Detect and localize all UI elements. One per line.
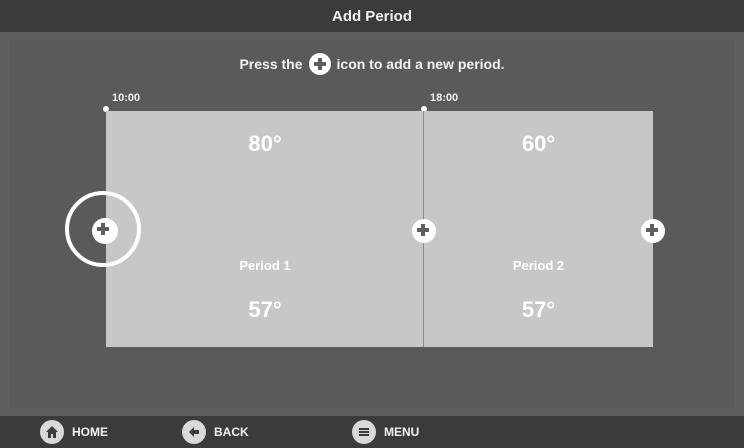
period-1-heat-setpoint: 80° <box>248 131 282 156</box>
back-arrow-icon <box>182 420 206 444</box>
back-label: BACK <box>214 425 249 439</box>
menu-button[interactable]: MENU <box>352 420 419 444</box>
period-1-name: Period 1 <box>239 258 291 273</box>
add-period-button-after-2[interactable] <box>641 219 665 243</box>
add-period-button-before-1[interactable] <box>92 218 118 244</box>
instruction-suffix: icon to add a new period. <box>336 56 505 72</box>
back-button[interactable]: BACK <box>182 420 249 444</box>
period-1-card[interactable]: 80° Period 1 57° <box>106 111 424 347</box>
menu-label: MENU <box>384 425 420 439</box>
period-2-card[interactable]: 60° Period 2 57° <box>424 111 653 347</box>
period-2-heat-setpoint: 60° <box>521 131 556 156</box>
time-label-period-2: 18:00 <box>430 92 459 104</box>
home-label: HOME <box>72 425 108 439</box>
instruction-prefix: Press the <box>239 56 303 72</box>
period-2-cool-setpoint: 57° <box>521 297 556 322</box>
add-period-button-between[interactable] <box>412 219 436 243</box>
bottom-nav-bar: HOME BACK MENU <box>0 416 744 448</box>
menu-icon <box>352 420 376 444</box>
time-label-period-1: 10:00 <box>112 92 141 104</box>
page-title: Add Period <box>331 7 412 25</box>
instruction-text: Press the icon to add a new period. <box>0 52 744 76</box>
home-icon <box>40 420 64 444</box>
title-bar: Add Period <box>0 0 744 32</box>
home-button[interactable]: HOME <box>40 420 108 444</box>
period-1-cool-setpoint: 57° <box>248 297 282 322</box>
plus-circle-icon <box>308 53 331 75</box>
period-2-name: Period 2 <box>512 258 565 273</box>
